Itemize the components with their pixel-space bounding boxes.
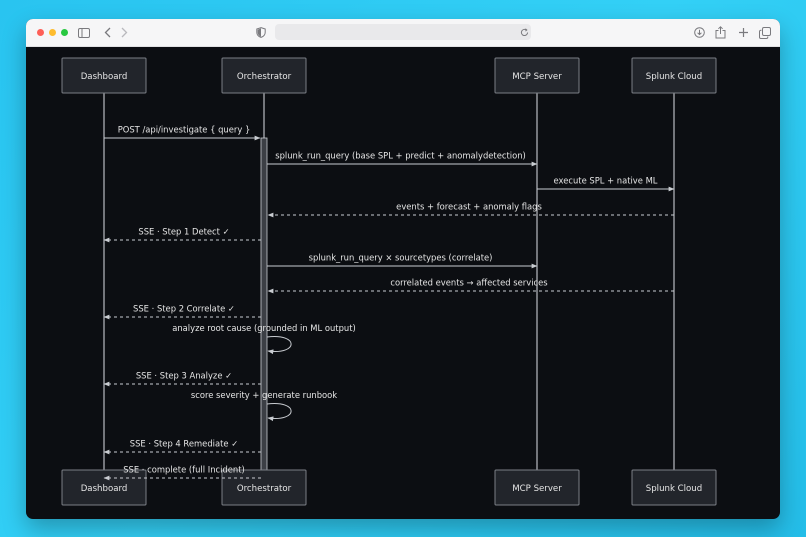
new-tab-icon[interactable] <box>736 24 750 41</box>
participant-dashboard-bottom: Dashboard <box>61 469 147 506</box>
sidebar-icon[interactable] <box>77 24 91 41</box>
participant-mcp-top: MCP Server <box>494 57 580 94</box>
message-label: POST /api/investigate { query } <box>118 125 251 135</box>
message-5: SSE · Step 1 Detect ✓ <box>103 227 261 243</box>
message-label: splunk_run_query (base SPL + predict + a… <box>275 151 526 161</box>
participant-label: MCP Server <box>512 484 562 494</box>
message-label: execute SPL + native ML <box>554 176 658 186</box>
message-6: splunk_run_query × sourcetypes (correlat… <box>267 253 538 269</box>
sequence-diagram: Dashboard Dashboard Orchestrator Orchestrat… <box>61 57 717 506</box>
share-icon[interactable] <box>713 24 727 41</box>
message-label: splunk_run_query × sourcetypes (correlat… <box>309 253 493 263</box>
orchestrator-activation-bar <box>260 137 268 479</box>
message-1: POST /api/investigate { query } <box>104 125 261 141</box>
shield-icon[interactable] <box>255 24 267 41</box>
forward-icon[interactable] <box>119 24 129 41</box>
participant-label: MCP Server <box>512 72 562 82</box>
participant-label: Dashboard <box>81 72 128 82</box>
message-label: analyze root cause (grounded in ML outpu… <box>172 323 356 333</box>
message-label: SSE · complete (full Incident) <box>123 465 245 475</box>
message-4: events + forecast + anomaly flags <box>267 202 674 218</box>
message-12: SSE · Step 4 Remediate ✓ <box>103 439 261 455</box>
participant-orchestrator-bottom: Orchestrator <box>221 469 307 506</box>
download-icon[interactable] <box>692 24 706 41</box>
message-3: execute SPL + native ML <box>537 176 675 192</box>
message-label: SSE · Step 3 Analyze ✓ <box>136 371 232 381</box>
participant-label: Orchestrator <box>237 484 292 494</box>
participant-dashboard-top: Dashboard <box>61 57 147 94</box>
participant-label: Splunk Cloud <box>646 484 702 494</box>
message-10: SSE · Step 3 Analyze ✓ <box>103 371 261 387</box>
back-icon[interactable] <box>102 24 112 41</box>
participant-mcp-bottom: MCP Server <box>494 469 580 506</box>
participant-label: Dashboard <box>81 484 128 494</box>
self-call-arrow <box>266 403 292 422</box>
message-7: correlated events → affected services <box>267 278 674 294</box>
message-label: score severity + generate runbook <box>191 390 337 400</box>
browser-toolbar <box>26 19 780 47</box>
message-8: SSE · Step 2 Correlate ✓ <box>103 304 261 320</box>
participant-splunk-top: Splunk Cloud <box>631 57 717 94</box>
message-label: SSE · Step 4 Remediate ✓ <box>130 439 238 449</box>
reload-icon[interactable] <box>519 26 529 38</box>
address-bar[interactable] <box>275 24 531 40</box>
tabs-overview-icon[interactable] <box>758 24 772 41</box>
message-label: SSE · Step 2 Correlate ✓ <box>133 304 235 314</box>
minimize-window-button[interactable] <box>49 29 56 36</box>
message-label: correlated events → affected services <box>390 278 547 288</box>
message-2: splunk_run_query (base SPL + predict + a… <box>267 151 538 167</box>
participant-label: Splunk Cloud <box>646 72 702 82</box>
message-label: events + forecast + anomaly flags <box>396 202 542 212</box>
browser-window: Dashboard Dashboard Orchestrator Orchestrat… <box>26 19 780 519</box>
participant-label: Orchestrator <box>237 72 292 82</box>
participant-orchestrator-top: Orchestrator <box>221 57 307 94</box>
self-call-arrow <box>266 336 292 355</box>
participant-splunk-bottom: Splunk Cloud <box>631 469 717 506</box>
zoom-window-button[interactable] <box>61 29 68 36</box>
close-window-button[interactable] <box>37 29 44 36</box>
sequence-diagram-area: Dashboard Dashboard Orchestrator Orchestrat… <box>26 46 780 519</box>
message-label: SSE · Step 1 Detect ✓ <box>138 227 229 237</box>
